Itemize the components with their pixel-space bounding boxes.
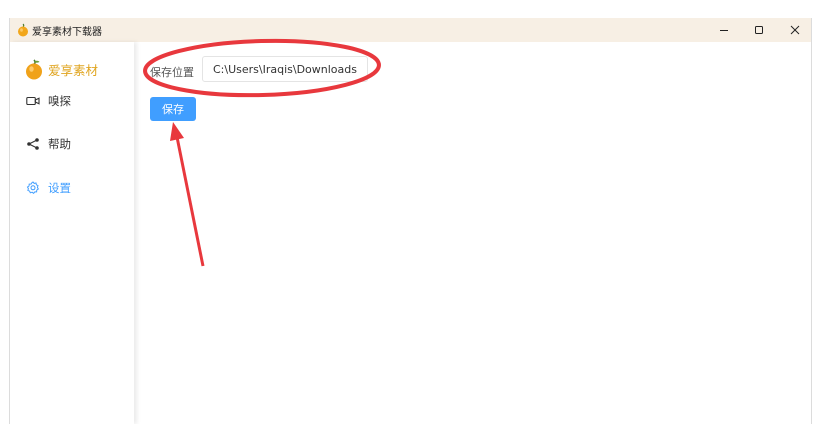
sidebar-item-help[interactable]: 帮助 [26,135,71,153]
brand-name: 爱享素材 [48,62,99,78]
sidebar-item-sniff[interactable]: 嗅探 [26,92,71,110]
share-icon [26,137,42,151]
save-location-label: 保存位置 [150,66,194,79]
window-title: 爱享素材下载器 [32,27,102,38]
sidebar-item-settings[interactable]: 设置 [26,179,71,197]
maximize-button[interactable] [741,18,777,42]
save-location-input[interactable] [202,56,368,82]
sidebar-item-label: 帮助 [48,137,71,151]
brand-logo-icon [26,59,42,80]
minimize-button[interactable] [706,18,742,42]
gear-icon [26,181,42,195]
app-logo-icon [18,23,28,37]
app-window: 爱享素材下载器 爱享素材 嗅探 帮助 设置 保存位置 C:\Users\Iraq… [9,18,812,424]
video-camera-icon [26,94,42,108]
sidebar-item-label: 嗅探 [48,94,71,108]
title-bar[interactable]: 爱享素材下载器 [10,18,811,42]
close-button[interactable] [777,18,813,42]
settings-panel: 保存位置 保存 [134,42,811,424]
close-icon [790,25,800,35]
minimize-icon [720,30,728,31]
sidebar-item-label: 设置 [48,181,71,195]
desktop-background [0,0,834,18]
maximize-icon [755,26,763,34]
brand: 爱享素材 [24,58,98,80]
save-button[interactable]: 保存 [150,97,196,121]
sidebar: 爱享素材 嗅探 帮助 设置 [10,42,134,424]
